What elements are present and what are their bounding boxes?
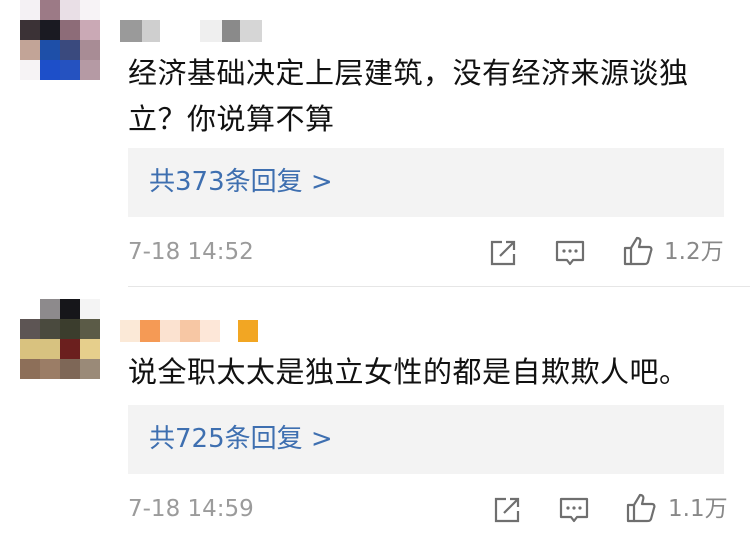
view-replies-button[interactable]: 共725条回复 > [128, 405, 724, 474]
thumbs-up-icon[interactable] [621, 234, 655, 268]
comment-item: 经济基础决定上层建筑，没有经济来源谈独立？你说算不算 共373条回复 > 7-1… [0, 0, 750, 286]
avatar[interactable] [20, 299, 100, 379]
like-count: 1.2万 [664, 239, 724, 265]
share-icon[interactable] [486, 236, 520, 270]
username-blurred[interactable] [120, 20, 262, 42]
comment-timestamp: 7-18 14:52 [128, 239, 254, 265]
avatar[interactable] [20, 0, 100, 80]
comment-item: 说全职太太是独立女性的都是自欺欺人吧。 共725条回复 > 7-18 14:59… [0, 287, 750, 536]
comment-text: 说全职太太是独立女性的都是自欺欺人吧。 [128, 355, 689, 389]
share-icon[interactable] [490, 493, 524, 527]
username-blurred[interactable] [120, 320, 258, 342]
comment-text: 经济基础决定上层建筑，没有经济来源谈独立？你说算不算 [128, 56, 689, 136]
replies-label: 共725条回复 > [149, 424, 333, 454]
like-count: 1.1万 [668, 496, 728, 522]
view-replies-button[interactable]: 共373条回复 > [128, 148, 724, 217]
thumbs-up-icon[interactable] [624, 491, 658, 525]
comment-timestamp: 7-18 14:59 [128, 496, 254, 522]
comment-icon[interactable] [553, 236, 587, 270]
replies-label: 共373条回复 > [149, 167, 333, 197]
comment-icon[interactable] [557, 493, 591, 527]
